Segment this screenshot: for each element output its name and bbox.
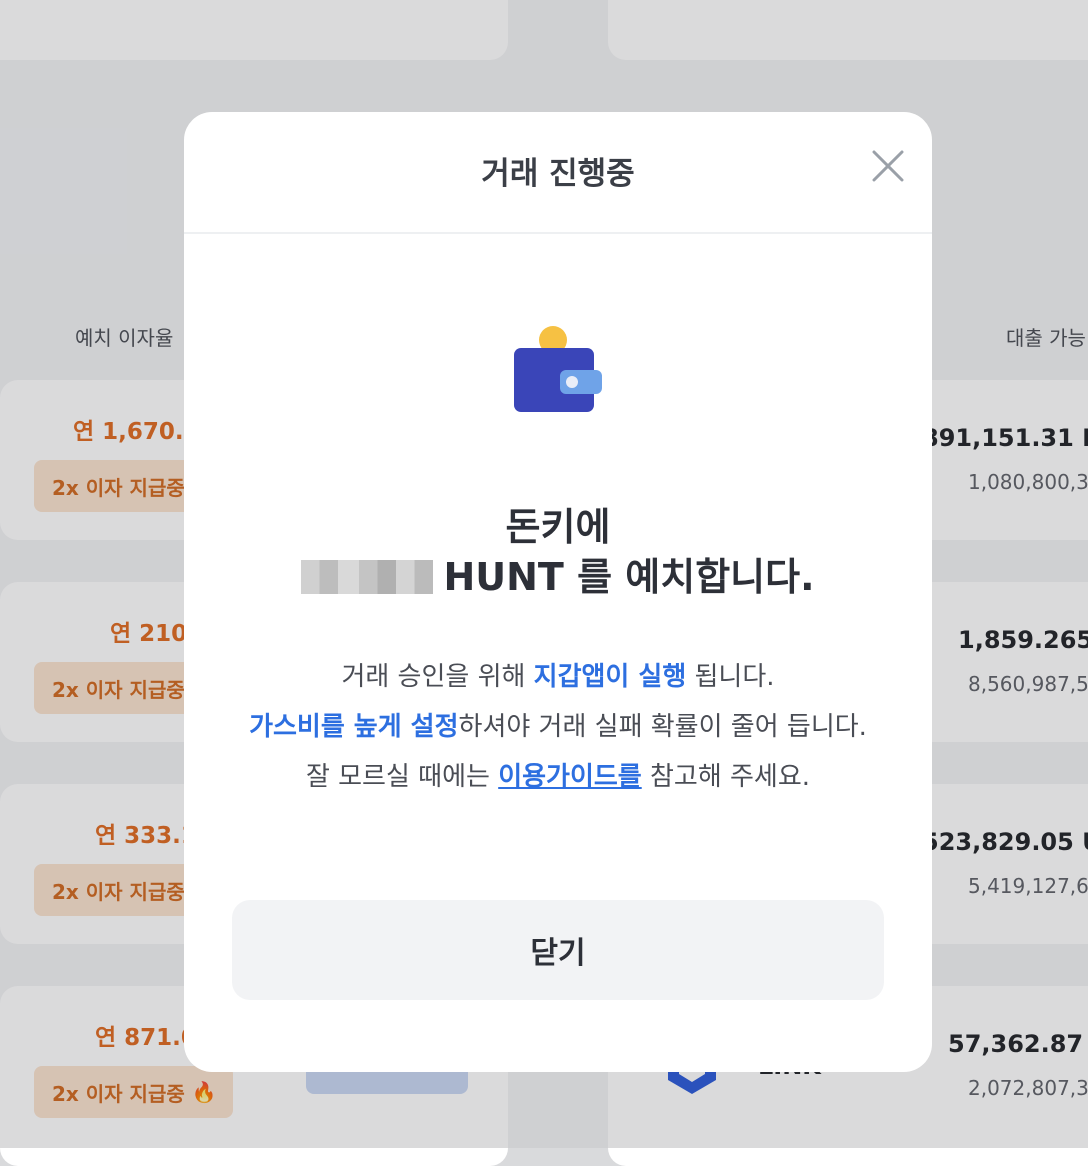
blurred-amount bbox=[301, 560, 434, 594]
deposit-headline: 돈키에 HUNT 를 예치합니다. bbox=[184, 502, 932, 602]
desc-line-3: 잘 모르실 때에는 이용가이드를 참고해 주세요. bbox=[305, 762, 811, 792]
wallet-icon bbox=[514, 326, 602, 412]
modal-description: 거래 승인을 위해 지갑앱이 실행 됩니다. 가스비를 높게 설정하셔야 거래 … bbox=[184, 652, 932, 802]
desc-line-2: 가스비를 높게 설정하셔야 거래 실패 확률이 줄어 듭니다. bbox=[249, 712, 867, 742]
close-button[interactable]: 닫기 bbox=[232, 900, 884, 1000]
user-guide-link[interactable]: 이용가이드를 bbox=[498, 762, 642, 792]
close-icon[interactable] bbox=[870, 148, 906, 184]
modal-header: 거래 진행중 bbox=[184, 112, 932, 234]
desc-line-1: 거래 승인을 위해 지갑앱이 실행 됩니다. bbox=[341, 662, 775, 692]
transaction-modal: 거래 진행중 돈키에 HUNT 를 예치합니다. 거래 승인을 위해 지갑앱이 … bbox=[184, 112, 932, 1072]
modal-title: 거래 진행중 bbox=[481, 156, 635, 192]
